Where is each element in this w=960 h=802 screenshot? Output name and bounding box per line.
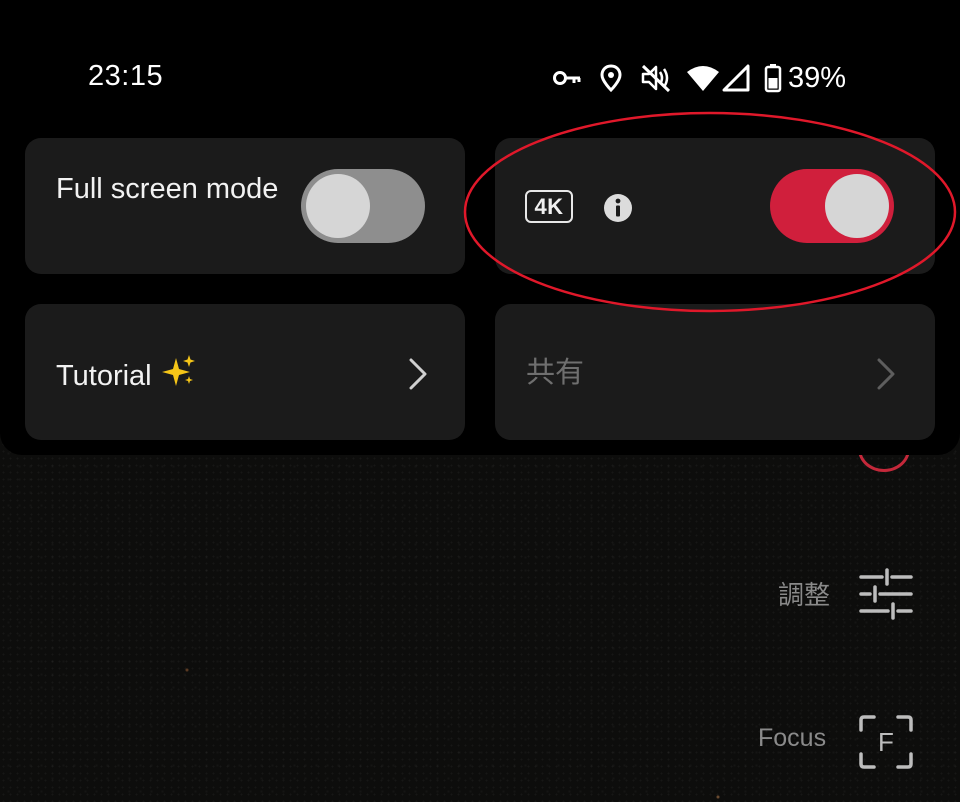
fullscreen-tile[interactable]: Full screen mode [25, 138, 465, 274]
adjust-label: 調整 [778, 580, 831, 610]
chevron-right-icon [877, 358, 895, 390]
quick-settings-panel: 23:15 39% Full screen mode 4K Tutorial 共… [0, 0, 960, 455]
status-icons: 39% [552, 58, 846, 98]
battery-percent: 39% [788, 61, 847, 94]
focus-label: Focus [758, 724, 827, 752]
fullscreen-toggle[interactable] [301, 169, 425, 243]
share-label: 共有 [526, 357, 585, 389]
wifi-icon [687, 66, 719, 91]
location-icon [600, 64, 622, 92]
4k-badge-icon: 4K [525, 190, 573, 223]
sliders-icon[interactable] [858, 568, 914, 620]
tutorial-tile[interactable]: Tutorial [25, 304, 465, 440]
chevron-right-icon [409, 358, 427, 390]
sparkles-icon [161, 354, 196, 398]
focus-frame-icon[interactable]: F [858, 714, 914, 770]
toggle-knob [306, 174, 370, 238]
4k-tile[interactable]: 4K [495, 138, 935, 274]
cell-signal-icon [722, 64, 750, 92]
info-icon[interactable] [603, 193, 633, 223]
status-time: 23:15 [88, 60, 164, 92]
battery-icon [764, 64, 782, 93]
toggle-knob [825, 174, 889, 238]
fullscreen-label: Full screen mode [56, 173, 279, 205]
mute-icon [641, 64, 671, 93]
share-tile[interactable]: 共有 [495, 304, 935, 440]
vpn-key-icon [553, 71, 581, 85]
focus-glyph: F [878, 727, 894, 757]
tutorial-label-row: Tutorial [56, 354, 196, 398]
tutorial-label: Tutorial [56, 360, 152, 392]
4k-toggle[interactable] [770, 169, 894, 243]
status-bar: 23:15 39% [0, 0, 960, 130]
